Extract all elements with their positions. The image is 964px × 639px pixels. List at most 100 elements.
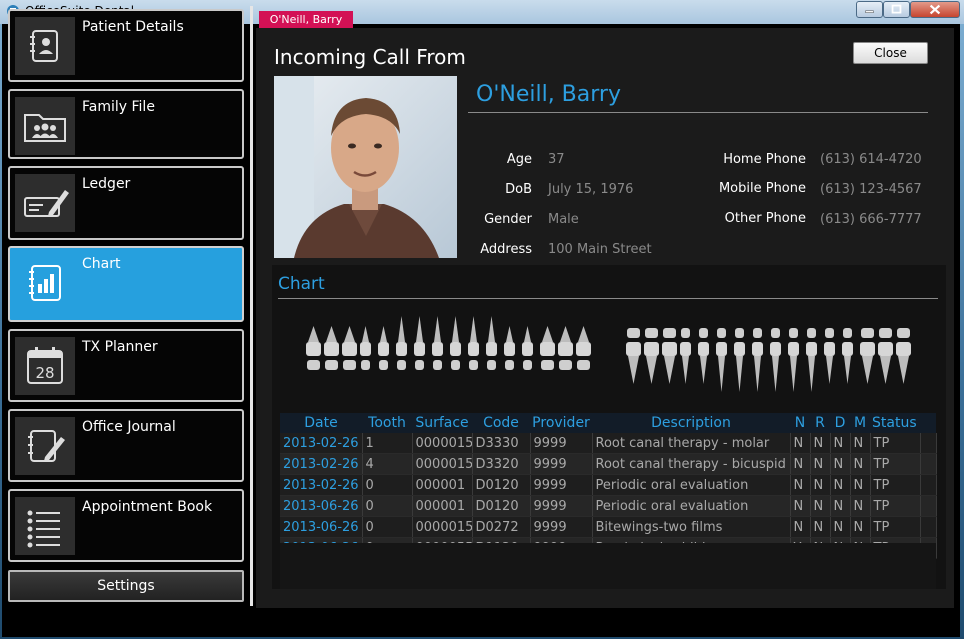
- col-date[interactable]: Date: [280, 413, 362, 433]
- cell-n: N: [790, 495, 811, 517]
- col-r[interactable]: R: [810, 413, 830, 433]
- tooth-upper-2[interactable]: [324, 326, 339, 370]
- close-button[interactable]: Close: [853, 42, 928, 64]
- tooth-lower-29[interactable]: [842, 328, 853, 384]
- tooth-upper-13[interactable]: [522, 326, 533, 370]
- tooth-lower-24[interactable]: [752, 328, 763, 392]
- nav-chart[interactable]: Chart: [8, 246, 244, 322]
- maximize-button[interactable]: [883, 1, 910, 18]
- tooth-lower-31[interactable]: [878, 328, 893, 384]
- address-value: 100 Main Street: [548, 242, 652, 257]
- tooth-lower-30[interactable]: [860, 328, 875, 384]
- tooth-upper-14[interactable]: [540, 326, 555, 370]
- tooth-upper-15[interactable]: [558, 326, 573, 370]
- cell-status: TP: [870, 474, 921, 496]
- col-m[interactable]: M: [850, 413, 870, 433]
- tooth-upper-10[interactable]: [468, 316, 479, 370]
- tooth-lower-21[interactable]: [698, 328, 709, 384]
- cell-spacer: [920, 516, 937, 538]
- chart-title: Chart: [278, 274, 325, 294]
- cell-n: N: [790, 453, 811, 475]
- tooth-upper-11[interactable]: [486, 316, 497, 370]
- check-pen-icon: [15, 174, 75, 232]
- col-code[interactable]: Code: [472, 413, 530, 433]
- col-tooth[interactable]: Tooth: [362, 413, 412, 433]
- tooth-lower-22[interactable]: [716, 328, 727, 392]
- cell-m: N: [850, 433, 871, 454]
- tooth-lower-27[interactable]: [806, 328, 817, 392]
- tooth-lower-23[interactable]: [734, 328, 745, 392]
- table-row[interactable]: 2013-02-26 1 0000015 D3330 9999 Root can…: [280, 433, 937, 454]
- table-row[interactable]: 2013-06-26 0 000001 D0120 9999 Periodic …: [280, 495, 937, 517]
- nav-label-patient-details: Patient Details: [82, 19, 184, 35]
- tooth-lower-28[interactable]: [824, 328, 835, 384]
- cell-r: N: [810, 453, 831, 475]
- tooth-lower-20[interactable]: [680, 328, 691, 384]
- list-icon: [15, 497, 75, 555]
- tooth-lower-32[interactable]: [896, 328, 911, 384]
- table-row[interactable]: 2013-02-26 4 0000015 D3320 9999 Root can…: [280, 453, 937, 475]
- tooth-upper-12[interactable]: [504, 326, 515, 370]
- tooth-upper-7[interactable]: [414, 316, 425, 370]
- table-row[interactable]: 2013-02-26 0 000001 D0120 9999 Periodic …: [280, 474, 937, 496]
- tooth-upper-3[interactable]: [342, 326, 357, 370]
- nav-patient-details[interactable]: Patient Details: [8, 9, 244, 82]
- col-surface[interactable]: Surface: [412, 413, 472, 433]
- cell-d: N: [830, 495, 851, 517]
- calendar-icon: 28: [15, 337, 75, 395]
- tooth-upper-9[interactable]: [450, 316, 461, 370]
- tooth-upper-5[interactable]: [378, 326, 389, 370]
- nav-appointment-book[interactable]: Appointment Book: [8, 489, 244, 562]
- cell-code: D3320: [472, 453, 531, 475]
- home-phone-value: (613) 614-4720: [820, 152, 922, 167]
- nav-family-file[interactable]: Family File: [8, 89, 244, 159]
- col-description[interactable]: Description: [592, 413, 790, 433]
- gender-value: Male: [548, 212, 579, 227]
- nav-ledger[interactable]: Ledger: [8, 166, 244, 240]
- nav-office-journal[interactable]: Office Journal: [8, 409, 244, 482]
- sidebar: Patient Details Family File Ledger Chart…: [4, 6, 250, 606]
- cell-description: Periodic oral evaluation: [592, 495, 791, 517]
- table-row[interactable]: 2013-06-26 0 0000015 D0272 9999 Bitewing…: [280, 516, 937, 538]
- tooth-lower-17[interactable]: [626, 328, 641, 384]
- cell-description: Root canal therapy - molar: [592, 433, 791, 454]
- cell-spacer: [920, 433, 937, 454]
- tooth-lower-19[interactable]: [662, 328, 677, 384]
- cell-r: N: [810, 516, 831, 538]
- col-n[interactable]: N: [790, 413, 810, 433]
- tooth-upper-1[interactable]: [306, 326, 321, 370]
- table-empty-area: [280, 543, 936, 589]
- dob-value: July 15, 1976: [548, 182, 634, 197]
- tooth-lower-26[interactable]: [788, 328, 799, 392]
- cell-tooth: 0: [362, 474, 413, 496]
- tooth-upper-6[interactable]: [396, 316, 407, 370]
- tooth-upper-8[interactable]: [432, 316, 443, 370]
- col-provider[interactable]: Provider: [530, 413, 592, 433]
- cell-tooth: 0: [362, 495, 413, 517]
- col-d[interactable]: D: [830, 413, 850, 433]
- tooth-lower-18[interactable]: [644, 328, 659, 384]
- patient-tab[interactable]: O'Neill, Barry: [259, 11, 353, 28]
- settings-button[interactable]: Settings: [8, 570, 244, 602]
- family-folder-icon: [15, 97, 75, 155]
- close-icon: [929, 4, 941, 15]
- tooth-upper-4[interactable]: [360, 326, 371, 370]
- name-divider: [468, 112, 928, 113]
- tooth-upper-16[interactable]: [576, 326, 591, 370]
- gender-label: Gender: [484, 212, 532, 227]
- nav-label-ledger: Ledger: [82, 176, 131, 192]
- cell-surface: 000001: [412, 495, 473, 517]
- patient-photo: [274, 76, 457, 258]
- col-status[interactable]: Status: [870, 413, 920, 433]
- address-label: Address: [480, 242, 532, 257]
- close-window-button[interactable]: [910, 1, 960, 18]
- cell-tooth: 4: [362, 453, 413, 475]
- cell-date: 2013-02-26: [280, 453, 363, 475]
- cell-description: Periodic oral evaluation: [592, 474, 791, 496]
- cell-m: N: [850, 474, 871, 496]
- minimize-button[interactable]: [856, 1, 883, 18]
- cell-m: N: [850, 495, 871, 517]
- nav-tx-planner[interactable]: 28 TX Planner: [8, 329, 244, 402]
- dental-chart[interactable]: [300, 312, 920, 408]
- tooth-lower-25[interactable]: [770, 328, 781, 392]
